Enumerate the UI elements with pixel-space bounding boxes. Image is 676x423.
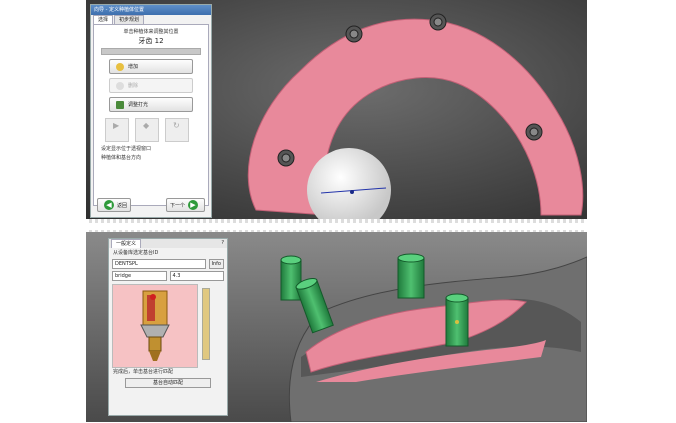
arrow-right-icon: ▶ bbox=[188, 200, 198, 210]
size-select[interactable]: 4.3 bbox=[169, 271, 224, 281]
auto-match-button[interactable]: 基台自动匹配 bbox=[125, 378, 211, 388]
tool-slot[interactable]: ◆ bbox=[135, 118, 159, 142]
abutment-preview bbox=[112, 284, 224, 368]
bottom-screenshot: 一般定义 ? 从设备库选定基台ID DENTSPL Info bridge 4.… bbox=[86, 232, 587, 422]
tab-bar: 选择 初步规划 bbox=[91, 15, 211, 24]
type-select[interactable]: bridge bbox=[112, 271, 167, 281]
wizard-panel: 向导 - 定义种植体位置 选择 初步规划 单击种植体来调整其位置 牙齿 12 增… bbox=[90, 4, 212, 218]
section-label: 从设备库选定基台ID bbox=[113, 250, 159, 256]
tab-general[interactable]: 一般定义 bbox=[111, 239, 142, 248]
progress-bar bbox=[101, 48, 201, 55]
info-button[interactable]: Info bbox=[208, 259, 224, 269]
plus-icon bbox=[116, 62, 124, 71]
nav-row: ◀ 返回 下一个 ▶ bbox=[97, 198, 205, 212]
implant-marker bbox=[429, 13, 447, 31]
adjust-button[interactable]: 调整打光 bbox=[109, 97, 193, 112]
definition-panel: 一般定义 ? 从设备库选定基台ID DENTSPL Info bridge 4.… bbox=[108, 238, 228, 416]
preview-slider[interactable] bbox=[202, 288, 210, 360]
top-screenshot: 向导 - 定义种植体位置 选择 初步规划 单击种植体来调整其位置 牙齿 12 增… bbox=[86, 0, 587, 220]
arrow-left-icon: ◀ bbox=[104, 200, 114, 210]
implant-marker bbox=[277, 149, 295, 167]
tab-planning[interactable]: 初步规划 bbox=[114, 15, 145, 24]
abutment-preview-image bbox=[112, 284, 198, 368]
torn-edge bbox=[86, 219, 587, 223]
tool-slot[interactable]: ↻ bbox=[165, 118, 189, 142]
refresh-icon: ↻ bbox=[173, 121, 180, 130]
note-line: 种植体和基台方向 bbox=[101, 155, 142, 161]
adjust-icon bbox=[116, 100, 124, 109]
tool-slot[interactable]: ▶ bbox=[105, 118, 129, 142]
abutment bbox=[445, 293, 469, 347]
manufacturer-row: DENTSPL Info bbox=[112, 259, 224, 269]
tab-bar: 一般定义 ? bbox=[109, 239, 227, 248]
remove-implant-button[interactable]: 删除 bbox=[109, 78, 193, 93]
note-line: 设定显示位于透视窗口 bbox=[101, 146, 152, 152]
next-button[interactable]: 下一个 ▶ bbox=[165, 198, 205, 212]
disabled-tool-grid: ▶ ◆ ↻ bbox=[105, 118, 197, 142]
back-button[interactable]: ◀ 返回 bbox=[97, 198, 132, 212]
x-icon bbox=[116, 81, 124, 90]
status-text: 完成后，单击基台进行匹配 bbox=[113, 369, 174, 375]
implant-marker bbox=[345, 25, 363, 43]
manufacturer-select[interactable]: DENTSPL bbox=[112, 259, 206, 269]
tooth-label: 牙齿 12 bbox=[138, 37, 164, 45]
wizard-body: 单击种植体来调整其位置 牙齿 12 增加 删除 调整打光 ▶ ◆ ↻ 设定显示位… bbox=[93, 24, 209, 206]
tab-select[interactable]: 选择 bbox=[93, 15, 114, 24]
type-row: bridge 4.3 bbox=[112, 271, 224, 281]
add-implant-button[interactable]: 增加 bbox=[109, 59, 193, 74]
tool-icon: ◆ bbox=[143, 121, 150, 130]
abutment bbox=[397, 253, 425, 299]
help-icon[interactable]: ? bbox=[218, 239, 227, 248]
implant-marker bbox=[525, 123, 543, 141]
instruction-text: 单击种植体来调整其位置 bbox=[123, 29, 179, 35]
window-title: 向导 - 定义种植体位置 bbox=[91, 5, 211, 15]
play-icon: ▶ bbox=[113, 121, 120, 130]
